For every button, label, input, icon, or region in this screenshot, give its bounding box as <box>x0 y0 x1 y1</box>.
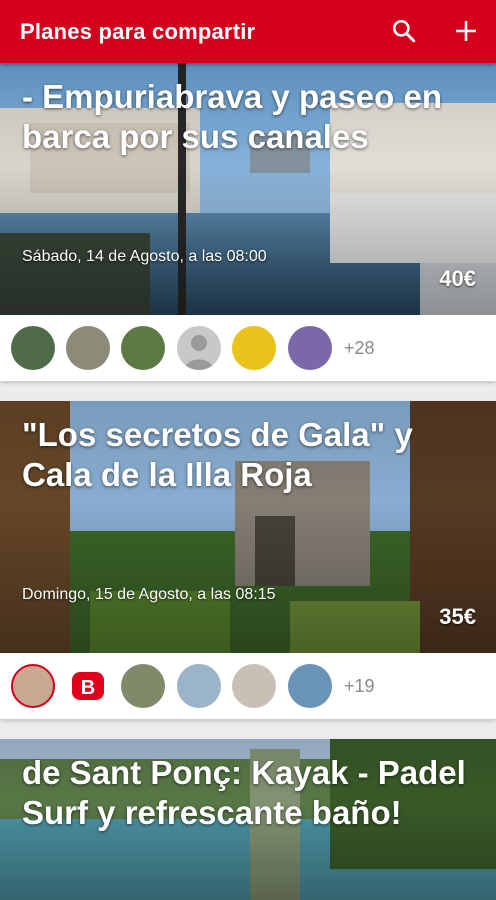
brand-b-icon: B <box>72 672 104 700</box>
default-avatar-icon <box>184 335 214 370</box>
avatar[interactable] <box>288 664 332 708</box>
plan-card[interactable]: de Sant Ponç: Kayak - Padel Surf y refre… <box>0 739 496 900</box>
more-attendees-count[interactable]: +28 <box>344 315 375 381</box>
add-plan-button[interactable] <box>446 11 486 51</box>
plan-card[interactable]: "Los secretos de Gala" y Cala de la Illa… <box>0 401 496 719</box>
plan-title: de Sant Ponç: Kayak - Padel Surf y refre… <box>22 754 466 831</box>
plan-date: Domingo, 15 de Agosto, a las 08:15 <box>22 586 276 603</box>
app-bar: Planes para compartir <box>0 0 496 63</box>
avatar[interactable] <box>288 326 332 370</box>
search-button[interactable] <box>384 11 424 51</box>
page-title: Planes para compartir <box>20 19 256 44</box>
svg-text:B: B <box>81 677 95 699</box>
plan-date: Sábado, 14 de Agosto, a las 08:00 <box>22 248 267 265</box>
avatar[interactable] <box>177 664 221 708</box>
avatar[interactable] <box>232 326 276 370</box>
plan-image[interactable]: de Sant Ponç: Kayak - Padel Surf y refre… <box>0 739 496 900</box>
avatar[interactable] <box>66 326 110 370</box>
attendees-row[interactable]: +28 <box>0 315 496 381</box>
avatar[interactable] <box>232 664 276 708</box>
plan-title: - Empuriabrava y paseo en barca por sus … <box>22 78 442 155</box>
plan-image[interactable]: - Empuriabrava y paseo en barca por sus … <box>0 63 496 315</box>
avatar[interactable] <box>177 326 221 370</box>
avatar[interactable] <box>121 326 165 370</box>
plus-icon <box>456 21 476 41</box>
avatar[interactable] <box>121 664 165 708</box>
brand-avatar[interactable]: B <box>66 664 110 708</box>
plan-price: 35€ <box>439 604 476 629</box>
search-icon <box>392 19 416 43</box>
plan-card[interactable]: - Empuriabrava y paseo en barca por sus … <box>0 63 496 381</box>
avatar[interactable] <box>11 664 55 708</box>
attendees-row[interactable]: B +19 <box>0 653 496 719</box>
more-attendees-count[interactable]: +19 <box>344 653 375 719</box>
avatar[interactable] <box>11 326 55 370</box>
plan-image[interactable]: "Los secretos de Gala" y Cala de la Illa… <box>0 401 496 653</box>
plan-price: 40€ <box>439 266 476 291</box>
plan-title: "Los secretos de Gala" y Cala de la Illa… <box>22 416 413 493</box>
